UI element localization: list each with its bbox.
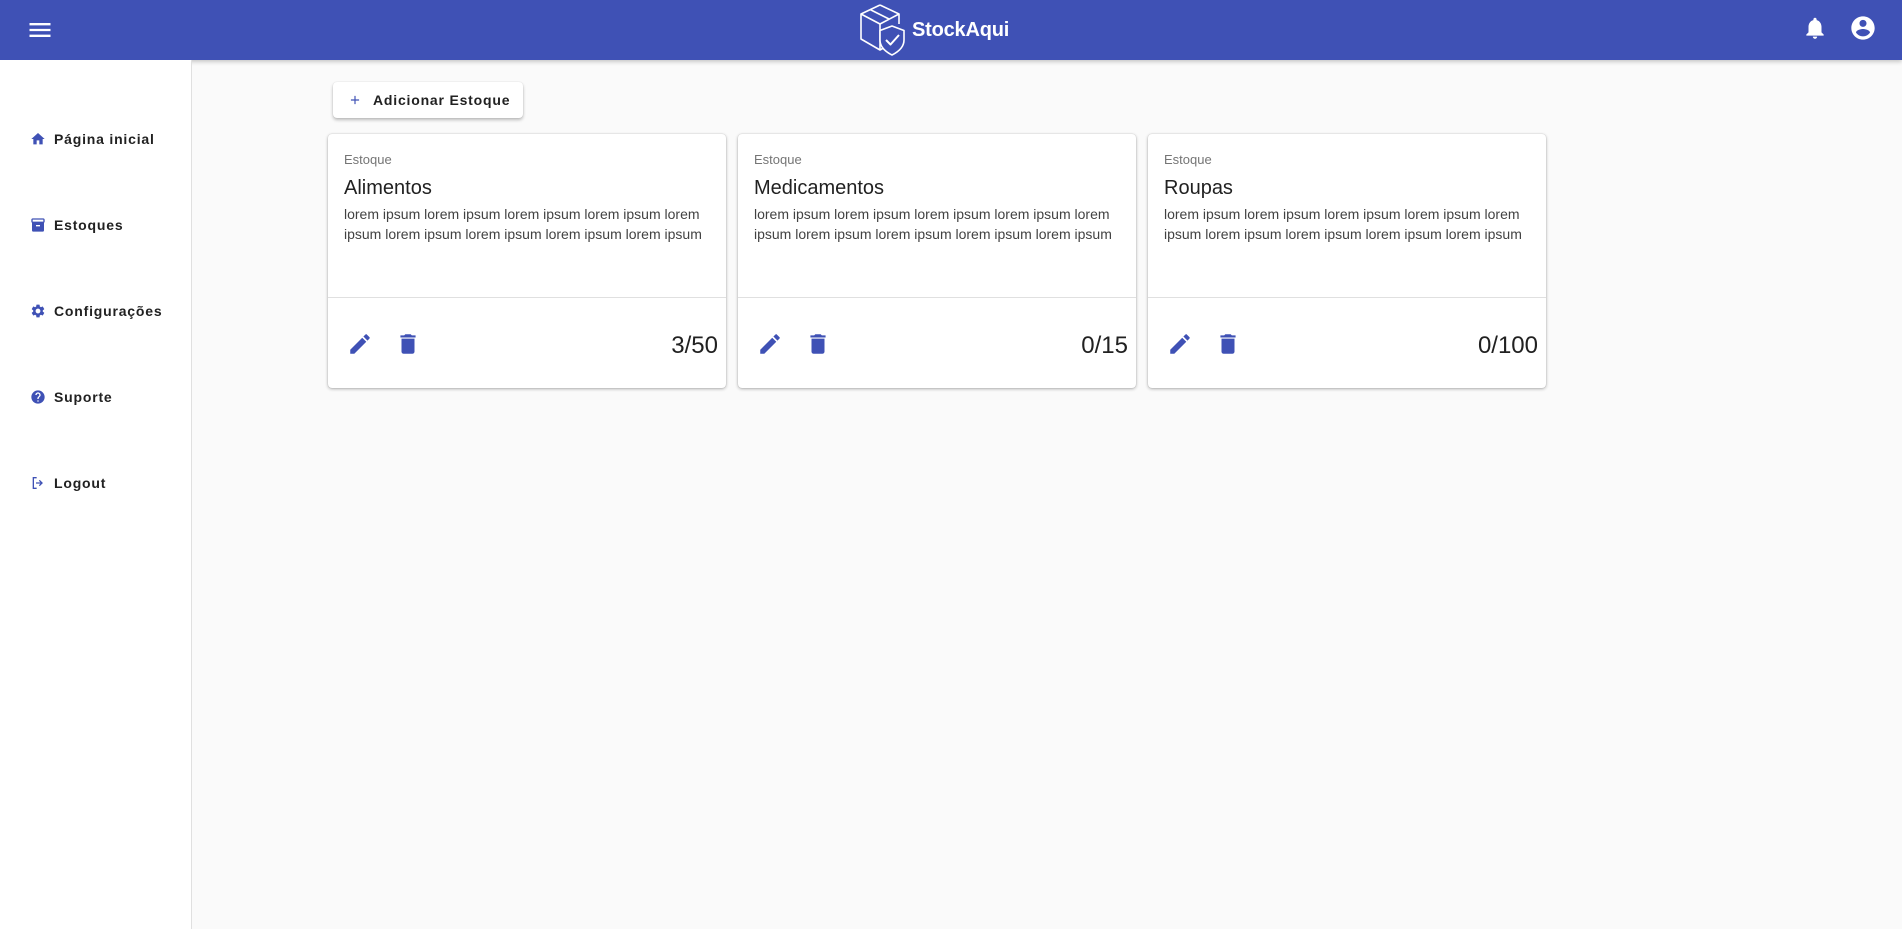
home-icon (30, 131, 46, 147)
delete-button[interactable] (395, 331, 421, 357)
trash-icon (400, 334, 416, 354)
stock-card: Estoque Roupas lorem ipsum lorem ipsum l… (1148, 134, 1546, 388)
brand-name: StockAqui (912, 18, 1010, 41)
sidebar-item-logout[interactable]: Logout (0, 463, 191, 503)
sidebar-item-pagina-inicial[interactable]: Página inicial (0, 119, 191, 159)
card-description: lorem ipsum lorem ipsum lorem ipsum lore… (754, 206, 1112, 242)
plus-icon (347, 92, 363, 108)
card-overline: Estoque (754, 152, 802, 167)
card-divider (1148, 297, 1546, 298)
box-shield-logo (860, 4, 905, 56)
card-title: Roupas (1164, 177, 1233, 199)
card-divider (328, 297, 726, 298)
sidebar-item-estoques[interactable]: Estoques (0, 205, 191, 245)
sidebar-item-suporte[interactable]: Suporte (0, 377, 191, 417)
card-description: lorem ipsum lorem ipsum lorem ipsum lore… (1164, 206, 1522, 242)
sidebar-item-configuracoes[interactable]: Configurações (0, 291, 191, 331)
edit-button[interactable] (347, 331, 373, 357)
delete-button[interactable] (1215, 331, 1241, 357)
card-overline: Estoque (344, 152, 392, 167)
pencil-icon (350, 334, 370, 354)
edit-button[interactable] (1167, 331, 1193, 357)
stock-count: 0/100 (1477, 332, 1538, 359)
account-button[interactable] (1849, 14, 1877, 42)
menu-button[interactable] (26, 16, 54, 44)
trash-icon (810, 334, 826, 354)
sidebar-item-label: Página inicial (54, 131, 155, 147)
card-divider (738, 297, 1136, 298)
sidebar-item-label: Configurações (54, 303, 163, 319)
card-description: lorem ipsum lorem ipsum lorem ipsum lore… (344, 206, 702, 242)
menu-icon (29, 23, 51, 37)
delete-button[interactable] (805, 331, 831, 357)
logout-icon (30, 475, 46, 491)
bell-icon (1806, 17, 1824, 39)
add-stock-button[interactable]: Adicionar Estoque (333, 82, 523, 118)
stock-card: Estoque Medicamentos lorem ipsum lorem i… (738, 134, 1136, 388)
archive-icon (30, 217, 46, 233)
sidebar: Página inicial Estoques Configurações Su… (0, 60, 192, 929)
stock-count: 0/15 (1081, 332, 1128, 359)
card-title: Medicamentos (754, 177, 885, 199)
card-overline: Estoque (1164, 152, 1212, 167)
pencil-icon (1170, 334, 1190, 354)
sidebar-item-label: Suporte (54, 389, 113, 405)
sidebar-item-label: Estoques (54, 217, 124, 233)
notifications-button[interactable] (1802, 15, 1828, 41)
edit-button[interactable] (757, 331, 783, 357)
sidebar-item-label: Logout (54, 475, 107, 491)
card-title: Alimentos (344, 177, 432, 199)
app-bar: StockAqui (0, 0, 1902, 60)
add-stock-label: Adicionar Estoque (373, 92, 511, 108)
pencil-icon (760, 334, 780, 354)
account-circle-icon (1851, 16, 1875, 40)
trash-icon (1220, 334, 1236, 354)
gear-icon (30, 303, 46, 319)
stock-card: Estoque Alimentos lorem ipsum lorem ipsu… (328, 134, 726, 388)
help-circle-icon (30, 389, 46, 405)
stock-count: 3/50 (671, 332, 718, 359)
brand: StockAqui (856, 2, 1009, 58)
